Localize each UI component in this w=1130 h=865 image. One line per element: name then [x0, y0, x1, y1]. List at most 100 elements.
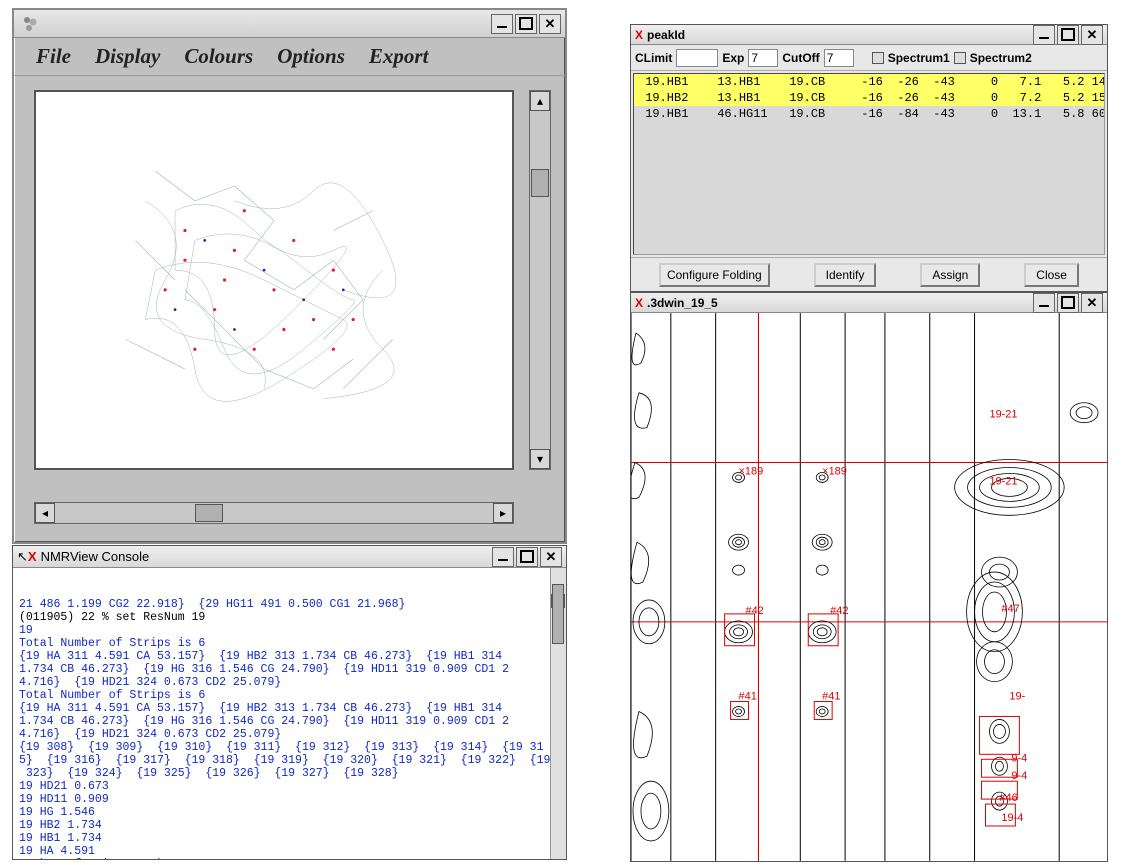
- console-line: 19: [19, 624, 560, 637]
- peakid-close-button[interactable]: [1081, 25, 1103, 45]
- peakid-titlebar[interactable]: X peakId: [631, 25, 1107, 45]
- exp-input[interactable]: [748, 49, 778, 67]
- climit-input[interactable]: [676, 49, 718, 67]
- molecule-menubar: File Display Colours Options Export: [14, 38, 565, 76]
- cursor-icon: ↖: [17, 549, 28, 565]
- spectrum1-label: Spectrum1: [888, 51, 950, 65]
- assign-button[interactable]: Assign: [920, 263, 980, 287]
- anno: 19-21: [989, 409, 1017, 421]
- console-title: NMRView Console: [41, 549, 150, 564]
- anno: #42: [746, 605, 764, 617]
- peak-row[interactable]: 19.HB1 13.HB1 19.CB -16 -26 -43 0 7.1 5.…: [634, 74, 1104, 90]
- console-line: 19 HD21 0.673: [19, 780, 560, 793]
- scroll-up-button[interactable]: ▴: [530, 91, 550, 111]
- anno: #41: [739, 691, 757, 703]
- menu-display[interactable]: Display: [95, 44, 160, 69]
- console-line: 323} {19 324} {19 325} {19 326} {19 327}…: [19, 767, 560, 780]
- cutoff-input[interactable]: [824, 49, 854, 67]
- console-line: Number of unique peaks : 6: [19, 858, 560, 859]
- x-logo-icon: X: [28, 549, 37, 564]
- console-line: {19 308} {19 309} {19 310} {19 311} {19 …: [19, 741, 560, 754]
- peakid-controls: CLimit Exp CutOff Spectrum1 Spectrum2: [631, 45, 1107, 71]
- anno: 19-: [1009, 691, 1025, 703]
- anno: #41: [822, 691, 840, 703]
- console-line: {19 HA 311 4.591 CA 53.157} {19 HB2 313 …: [19, 650, 560, 663]
- anno: ×189: [739, 465, 764, 477]
- spectrum-close-button[interactable]: [1081, 293, 1103, 313]
- console-line: 1.734 CB 46.273} {19 HG 316 1.546 CG 24.…: [19, 663, 560, 676]
- scroll-right-button[interactable]: ▸: [493, 503, 513, 523]
- peak-row[interactable]: 19.HB2 13.HB1 19.CB -16 -26 -43 0 7.2 5.…: [634, 90, 1104, 106]
- spectrum1-checkbox[interactable]: [872, 52, 884, 64]
- close-button[interactable]: [539, 14, 561, 34]
- spectrum-title: .3dwin_19_5: [647, 296, 718, 310]
- console-close-button[interactable]: [540, 547, 562, 567]
- molecule-titlebar[interactable]: [14, 10, 565, 38]
- spectrum-canvas[interactable]: 19-21 ×189 ×189 19-21 #42 #42 #47 #41 #4…: [631, 313, 1107, 861]
- vscroll-thumb[interactable]: [531, 169, 549, 197]
- spectrum-titlebar[interactable]: X .3dwin_19_5: [631, 293, 1107, 313]
- console-scrollbar[interactable]: ▴: [550, 568, 566, 859]
- molecule-viewer-window: File Display Colours Options Export: [12, 8, 567, 544]
- anno: 9-4: [1011, 752, 1027, 764]
- console-line: 19 HB2 1.734: [19, 819, 560, 832]
- console-line: 19 HD11 0.909: [19, 793, 560, 806]
- anno: #47: [1001, 603, 1019, 615]
- peak-row-text: 19.HB1 46.HG11 19.CB -16 -84 -43 0 13.1 …: [634, 107, 1105, 121]
- console-output[interactable]: 21 486 1.199 CG2 22.918} {29 HG11 491 0.…: [13, 568, 566, 859]
- console-scroll-thumb[interactable]: [552, 584, 564, 644]
- peakid-title: peakId: [647, 28, 685, 42]
- console-line: 4.716} {19 HD21 324 0.673 CD2 25.079}: [19, 728, 560, 741]
- spectrum-plot: 19-21 ×189 ×189 19-21 #42 #42 #47 #41 #4…: [631, 313, 1107, 861]
- menu-options[interactable]: Options: [277, 44, 345, 69]
- menu-file[interactable]: File: [36, 44, 71, 69]
- menu-export[interactable]: Export: [369, 44, 429, 69]
- console-line: {19 HA 311 4.591 CA 53.157} {19 HB2 313 …: [19, 702, 560, 715]
- configure-folding-button[interactable]: Configure Folding: [659, 263, 770, 287]
- maximize-button[interactable]: [515, 14, 537, 34]
- peakid-maximize-button[interactable]: [1057, 25, 1079, 45]
- x-logo-icon: X: [635, 28, 643, 42]
- spectrum-window: X .3dwin_19_5: [630, 292, 1108, 862]
- menu-colours[interactable]: Colours: [184, 44, 253, 69]
- spectrum2-checkbox[interactable]: [954, 52, 966, 64]
- anno: #42: [830, 605, 848, 617]
- minimize-button[interactable]: [491, 14, 513, 34]
- console-maximize-button[interactable]: [516, 547, 538, 567]
- cutoff-label: CutOff: [782, 51, 819, 65]
- console-line: Total Number of Strips is 6: [19, 637, 560, 650]
- molecule-render: [36, 92, 512, 468]
- anno: 19-21: [989, 475, 1017, 487]
- exp-label: Exp: [722, 51, 744, 65]
- anno: 9-4: [1011, 770, 1027, 782]
- console-minimize-button[interactable]: [492, 547, 514, 567]
- anno: ×189: [822, 465, 847, 477]
- scroll-left-button[interactable]: ◂: [35, 503, 55, 523]
- app-icon: [20, 14, 40, 34]
- spectrum-minimize-button[interactable]: [1033, 293, 1055, 313]
- console-line: (011905) 22 % set ResNum 19: [19, 611, 560, 624]
- console-line: 5} {19 316} {19 317} {19 318} {19 319} {…: [19, 754, 560, 767]
- anno: #46: [999, 792, 1017, 804]
- console-line: 1.734 CB 46.273} {19 HG 316 1.546 CG 24.…: [19, 715, 560, 728]
- anno: 19-4: [1001, 812, 1023, 824]
- console-line: 19 HB1 1.734: [19, 832, 560, 845]
- scroll-down-button[interactable]: ▾: [530, 449, 550, 469]
- console-line: Total Number of Strips is 6: [19, 689, 560, 702]
- peakid-window: X peakId CLimit Exp CutOff Spectrum1 Spe…: [630, 24, 1108, 292]
- console-line: 19 HA 4.591: [19, 845, 560, 858]
- molecule-hscrollbar[interactable]: ◂ ▸: [34, 502, 514, 524]
- climit-label: CLimit: [635, 51, 672, 65]
- hscroll-thumb[interactable]: [195, 504, 223, 522]
- peakid-button-bar: Configure Folding Identify Assign Close: [631, 257, 1107, 291]
- peak-row[interactable]: 19.HB1 46.HG11 19.CB -16 -84 -43 0 13.1 …: [634, 106, 1104, 122]
- identify-button[interactable]: Identify: [814, 263, 877, 287]
- peakid-minimize-button[interactable]: [1033, 25, 1055, 45]
- spectrum-maximize-button[interactable]: [1057, 293, 1079, 313]
- molecule-canvas[interactable]: [34, 90, 514, 470]
- console-line: 21 486 1.199 CG2 22.918} {29 HG11 491 0.…: [19, 598, 560, 611]
- console-titlebar[interactable]: ↖ X NMRView Console: [13, 546, 566, 568]
- molecule-vscrollbar[interactable]: ▴ ▾: [529, 90, 551, 470]
- peakid-table[interactable]: 19.HB1 13.HB1 19.CB -16 -26 -43 0 7.1 5.…: [633, 73, 1105, 255]
- peakid-close-action-button[interactable]: Close: [1024, 263, 1079, 287]
